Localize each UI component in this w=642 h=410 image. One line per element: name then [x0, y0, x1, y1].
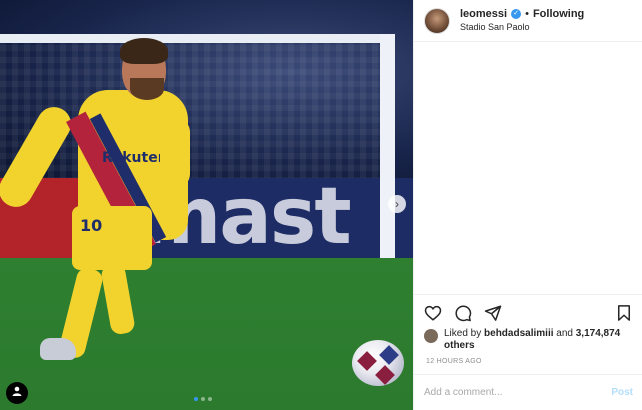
comment-form: Post: [414, 374, 642, 410]
heart-icon[interactable]: [424, 304, 442, 322]
bookmark-icon[interactable]: [615, 304, 633, 322]
avatar[interactable]: [424, 7, 450, 34]
player-hair: [120, 38, 168, 64]
player-boot: [40, 338, 76, 360]
share-icon[interactable]: [484, 304, 502, 322]
player-right-leg: [100, 262, 136, 336]
user-tag-icon[interactable]: [6, 382, 28, 404]
player-left-arm: [0, 100, 78, 214]
separator: •: [525, 7, 529, 20]
liker-username[interactable]: behdadsalimiii: [484, 328, 553, 339]
comment-icon[interactable]: [454, 304, 472, 322]
likes-summary: Liked by behdadsalimiii and 3,174,874 ot…: [424, 328, 634, 352]
username-row: leomessi ✓ • Following: [460, 8, 584, 21]
location-link[interactable]: Stadio San Paolo: [460, 21, 584, 34]
player: Rakuten 10: [0, 38, 200, 388]
carousel-dot: [201, 397, 205, 401]
username-link[interactable]: leomessi: [460, 8, 507, 21]
verified-badge-icon: ✓: [511, 9, 522, 19]
player-right-arm: [160, 118, 190, 188]
liker-avatar[interactable]: [424, 329, 438, 343]
carousel-indicator: [194, 397, 212, 401]
carousel-next-icon[interactable]: ›: [388, 195, 406, 213]
post-photo[interactable]: mast Rakuten 10 ›: [0, 0, 413, 410]
carousel-dot: [194, 397, 198, 401]
post-comment-button[interactable]: Post: [611, 387, 633, 398]
post-timestamp[interactable]: 12 HOURS AGO: [426, 358, 482, 365]
jersey-sponsor: Rakuten: [102, 150, 168, 166]
comments-area[interactable]: [414, 42, 642, 294]
following-button[interactable]: Following: [533, 8, 584, 21]
goal-post: [380, 34, 395, 260]
action-bar: [414, 294, 642, 330]
carousel-dot: [208, 397, 212, 401]
player-beard: [130, 78, 164, 100]
comment-input[interactable]: [424, 387, 612, 398]
post-sidebar: leomessi ✓ • Following Stadio San Paolo …: [413, 0, 642, 410]
likes-prefix: Liked by: [444, 328, 485, 339]
header-text: leomessi ✓ • Following Stadio San Paolo: [460, 8, 584, 34]
jersey-number: 10: [80, 216, 103, 235]
likes-text: Liked by behdadsalimiii and 3,174,874 ot…: [444, 328, 634, 352]
post-header: leomessi ✓ • Following Stadio San Paolo: [414, 0, 642, 42]
likes-connector: and: [553, 328, 573, 339]
soccer-ball: [352, 340, 404, 386]
